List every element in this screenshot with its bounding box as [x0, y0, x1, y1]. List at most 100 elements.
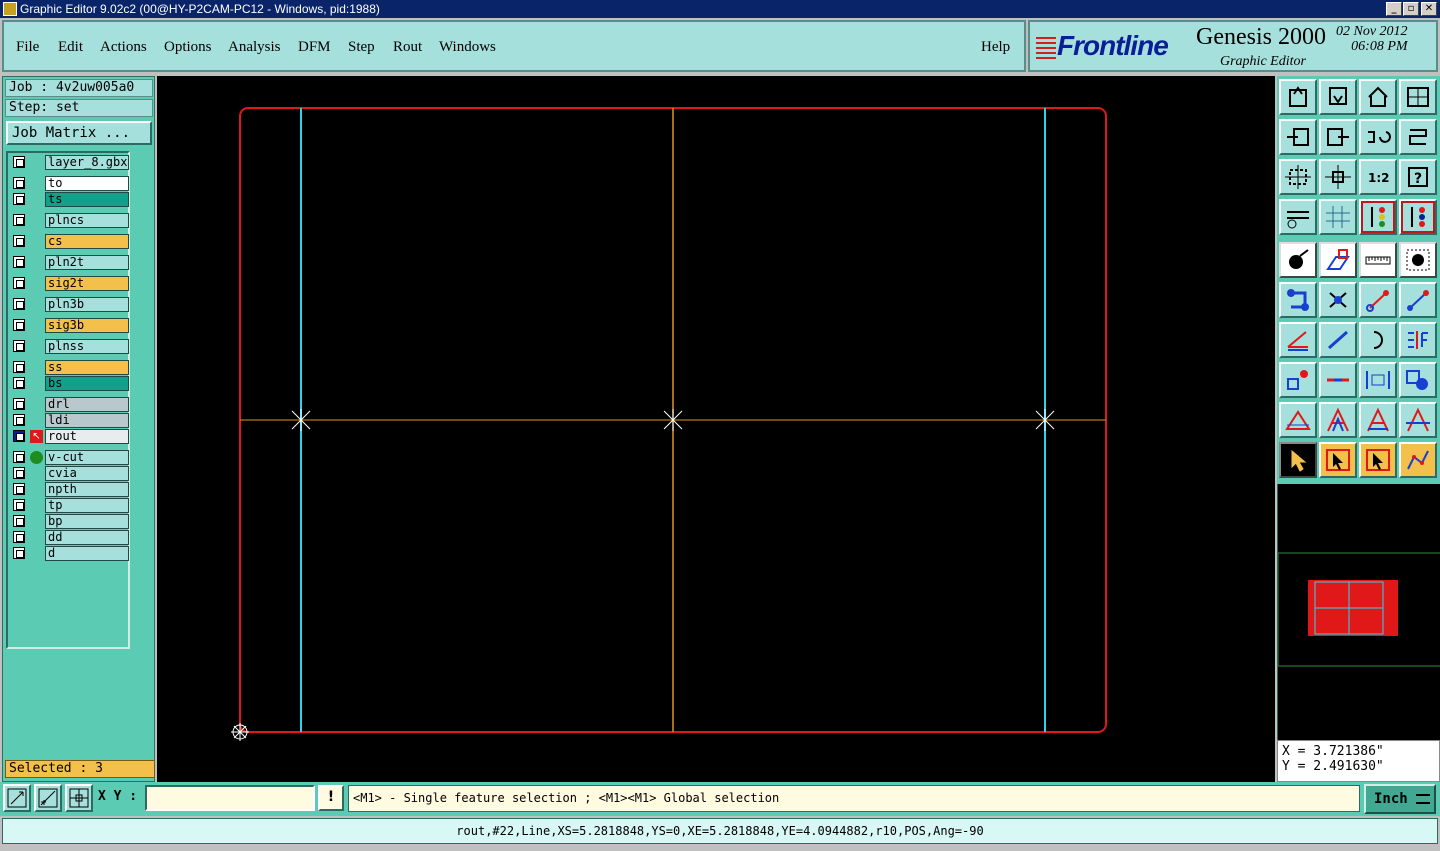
layer-name[interactable]: ss: [45, 360, 129, 375]
layer-row[interactable]: pln3b: [11, 297, 129, 312]
layer-checkbox[interactable]: [13, 377, 25, 389]
overview-drawing[interactable]: [1277, 484, 1440, 740]
redo-button[interactable]: [1399, 119, 1437, 155]
layer-checkbox[interactable]: [13, 467, 25, 479]
layer-name[interactable]: drl: [45, 397, 129, 412]
layers-red-button[interactable]: [1399, 199, 1437, 235]
split-button[interactable]: [1319, 362, 1357, 398]
layer-name[interactable]: bs: [45, 376, 129, 391]
undo-button[interactable]: [1359, 119, 1397, 155]
save-button[interactable]: [1319, 79, 1357, 115]
triangle-button[interactable]: [1279, 402, 1317, 438]
layer-checkbox[interactable]: [13, 156, 25, 168]
layer-name[interactable]: npth: [45, 482, 129, 497]
snap-button[interactable]: [1359, 362, 1397, 398]
layer-checkbox[interactable]: [13, 340, 25, 352]
layer-row[interactable]: bp: [11, 514, 129, 529]
layer-name[interactable]: ts: [45, 192, 129, 207]
layer-checkbox[interactable]: [13, 177, 25, 189]
units-selector[interactable]: Inch: [1364, 784, 1436, 814]
layers-toggle-button[interactable]: [1359, 199, 1397, 235]
layer-name[interactable]: cvia: [45, 466, 129, 481]
layer-checkbox[interactable]: [13, 451, 25, 463]
exclamation-button[interactable]: !: [318, 785, 344, 811]
window-button[interactable]: [1399, 79, 1437, 115]
copy-button[interactable]: [1399, 282, 1437, 318]
restore-button[interactable]: ▫: [1403, 2, 1419, 16]
layer-name[interactable]: sig3b: [45, 318, 129, 333]
line-button[interactable]: [1319, 322, 1357, 358]
pad-button[interactable]: [1399, 242, 1437, 278]
layer-name[interactable]: v-cut: [45, 450, 129, 465]
points-button[interactable]: [1279, 362, 1317, 398]
layer-name[interactable]: plnss: [45, 339, 129, 354]
route-button[interactable]: [1399, 442, 1437, 478]
grid-button[interactable]: [1319, 199, 1357, 235]
menu-windows[interactable]: Windows: [439, 39, 496, 56]
menu-rout[interactable]: Rout: [393, 39, 422, 56]
layer-name[interactable]: bp: [45, 514, 129, 529]
cursor-box-button[interactable]: [1319, 442, 1357, 478]
layer-checkbox[interactable]: [13, 277, 25, 289]
layer-checkbox[interactable]: [13, 398, 25, 410]
minimize-button[interactable]: _: [1386, 2, 1402, 16]
layer-checkbox[interactable]: [13, 256, 25, 268]
layer-row[interactable]: d: [11, 546, 129, 561]
layer-checkbox[interactable]: [13, 214, 25, 226]
cursor-orange-button[interactable]: [1359, 442, 1397, 478]
text-b-button[interactable]: [1359, 402, 1397, 438]
layer-checkbox[interactable]: [13, 499, 25, 511]
layer-checkbox[interactable]: [13, 235, 25, 247]
layer-row[interactable]: cs: [11, 234, 129, 249]
layer-checkbox[interactable]: [13, 361, 25, 373]
select-white-button[interactable]: [1279, 242, 1317, 278]
menu-analysis[interactable]: Analysis: [228, 39, 281, 56]
menu-edit[interactable]: Edit: [58, 39, 83, 56]
layer-checkbox[interactable]: [13, 319, 25, 331]
xy-input[interactable]: [145, 785, 315, 811]
angle-button[interactable]: [1279, 322, 1317, 358]
layer-name[interactable]: dd: [45, 530, 129, 545]
layer-row[interactable]: v-cut: [11, 450, 129, 465]
layer-name[interactable]: sig2t: [45, 276, 129, 291]
layer-name[interactable]: rout: [45, 429, 129, 444]
ruler-button[interactable]: [1359, 242, 1397, 278]
layer-row[interactable]: bs: [11, 376, 129, 391]
layer-row[interactable]: drl: [11, 397, 129, 412]
move-button[interactable]: [1359, 282, 1397, 318]
menu-options[interactable]: Options: [164, 39, 212, 56]
layer-row[interactable]: to: [11, 176, 129, 191]
arc-button[interactable]: [1359, 322, 1397, 358]
scale-button[interactable]: 1:2: [1359, 159, 1397, 195]
layer-row[interactable]: ts: [11, 192, 129, 207]
layer-checkbox[interactable]: [13, 193, 25, 205]
tools-button[interactable]: [1279, 199, 1317, 235]
overview-map[interactable]: [1277, 484, 1440, 740]
help-button[interactable]: ?: [1399, 159, 1437, 195]
layer-row[interactable]: pln2t: [11, 255, 129, 270]
import-button[interactable]: [1279, 119, 1317, 155]
center-button[interactable]: [1319, 159, 1357, 195]
layer-checkbox[interactable]: [13, 430, 25, 442]
layer-row[interactable]: npth: [11, 482, 129, 497]
layer-row[interactable]: plnss: [11, 339, 129, 354]
zoom-area-button[interactable]: [3, 784, 31, 812]
menu-help[interactable]: Help: [981, 39, 1010, 56]
layer-row[interactable]: cvia: [11, 466, 129, 481]
layer-checkbox[interactable]: [13, 531, 25, 543]
layer-checkbox[interactable]: [13, 483, 25, 495]
polygon-button[interactable]: [1319, 242, 1357, 278]
layer-row[interactable]: ldi: [11, 413, 129, 428]
export-button[interactable]: [1319, 119, 1357, 155]
shapes-button[interactable]: [1399, 362, 1437, 398]
layer-row[interactable]: sig3b: [11, 318, 129, 333]
layer-row[interactable]: tp: [11, 498, 129, 513]
layer-row[interactable]: sig2t: [11, 276, 129, 291]
snap-grid-button[interactable]: [65, 784, 93, 812]
layer-name[interactable]: d: [45, 546, 129, 561]
measure-button[interactable]: [34, 784, 62, 812]
layer-name[interactable]: ldi: [45, 413, 129, 428]
layer-checkbox[interactable]: [13, 414, 25, 426]
layer-row[interactable]: layer_8.gbx: [11, 155, 129, 170]
layer-name[interactable]: tp: [45, 498, 129, 513]
